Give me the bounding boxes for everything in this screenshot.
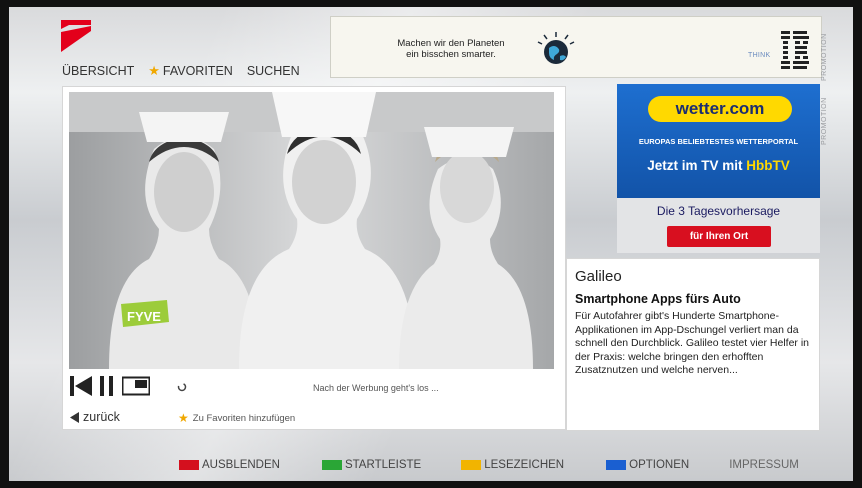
star-icon: ★ <box>148 63 160 78</box>
video-frame: FYVE <box>69 92 554 369</box>
nav-search-label: SUCHEN <box>246 64 300 78</box>
banner-line-1: Machen wir den Planeten <box>397 38 505 49</box>
wetter-tv-prefix: Jetzt im TV mit <box>647 158 747 173</box>
ibm-banner-ad[interactable]: Machen wir den Planeten ein bisschen sma… <box>330 16 822 78</box>
add-favorite-label: Zu Favoriten hinzufügen <box>192 412 296 424</box>
back-button[interactable]: zurück <box>70 410 120 424</box>
ibm-logo <box>781 31 809 69</box>
wetter-logo: wetter.com <box>648 96 792 122</box>
blue-button-options[interactable]: OPTIONEN <box>606 459 689 471</box>
options-label: OPTIONEN <box>629 459 690 471</box>
wetter-forecast-text: Die 3 Tagesvorhersage <box>656 204 781 218</box>
tv-screen: ÜBERSICHT ★ FAVORITEN SUCHEN Machen wir … <box>9 7 853 481</box>
fyve-logo-text: FYVE <box>127 309 161 324</box>
promotion-label-2: PROMOTION <box>821 97 828 145</box>
wetter-tv-line: Jetzt im TV mit HbbTV <box>617 158 820 173</box>
yellow-button-bookmarks[interactable]: LESEZEICHEN <box>461 459 564 471</box>
star-plus-icon: ★ <box>178 411 189 425</box>
loading-icon <box>177 382 187 392</box>
banner-line-2: ein bisschen smarter. <box>406 49 496 60</box>
green-key-icon <box>321 460 342 470</box>
back-button-label: zurück <box>83 410 120 424</box>
nav-overview[interactable]: ÜBERSICHT <box>62 63 134 79</box>
wetter-ad[interactable]: wetter.com EUROPAS BELIEBTESTES WETTERPO… <box>617 84 820 253</box>
nav-favorites[interactable]: ★ FAVORITEN <box>148 63 233 79</box>
blue-key-icon <box>606 460 627 470</box>
wetter-hbbtv: HbbTV <box>746 158 790 173</box>
nav-favorites-label: FAVORITEN <box>162 64 233 78</box>
banner-text: Machen wir den Planeten ein bisschen sma… <box>381 38 521 60</box>
startbar-label: STARTLEISTE <box>344 459 422 471</box>
article-title: Smartphone Apps fürs Auto <box>575 292 741 306</box>
nav-search[interactable]: SUCHEN <box>247 63 300 79</box>
yellow-key-icon <box>461 460 482 470</box>
article-source: Galileo <box>575 268 622 285</box>
video-panel: FYVE Nach der Werbung geht's los ... zur… <box>62 86 566 430</box>
player-status-text: Nach der Werbung geht's los ... <box>313 383 439 393</box>
globe-icon <box>537 32 575 64</box>
article-panel[interactable]: Galileo Smartphone Apps fürs Auto Für Au… <box>566 258 820 431</box>
green-button-startbar[interactable]: STARTLEISTE <box>321 459 422 471</box>
wetter-tagline: EUROPAS BELIEBTESTES WETTERPORTAL <box>638 137 799 146</box>
screen-size-icon[interactable] <box>122 376 150 396</box>
prosieben-logo <box>61 20 91 52</box>
nav-overview-label: ÜBERSICHT <box>62 64 135 78</box>
video-player[interactable]: FYVE <box>69 92 554 369</box>
bottom-bar: AUSBLENDEN STARTLEISTE LESEZEICHEN OPTIO… <box>179 459 799 471</box>
article-body: Für Autofahrer gibt's Hunderte Smartphon… <box>575 310 810 376</box>
add-favorite-button[interactable]: ★ Zu Favoriten hinzufügen <box>178 411 295 425</box>
pause-icon[interactable] <box>98 376 116 396</box>
banner-think: THINK <box>748 52 771 59</box>
wetter-location-button[interactable]: für Ihren Ort <box>667 226 771 247</box>
impressum-link[interactable]: IMPRESSUM <box>729 459 799 471</box>
arrow-left-icon <box>70 411 79 423</box>
impressum-label: IMPRESSUM <box>729 459 799 471</box>
player-controls <box>70 376 150 396</box>
skip-back-icon[interactable] <box>70 376 92 396</box>
bookmarks-label: LESEZEICHEN <box>484 459 565 471</box>
red-key-icon <box>179 460 199 470</box>
hide-label: AUSBLENDEN <box>202 459 280 471</box>
promotion-label: PROMOTION <box>821 33 828 81</box>
top-nav: ÜBERSICHT ★ FAVORITEN SUCHEN <box>62 63 300 79</box>
red-button-hide[interactable]: AUSBLENDEN <box>179 459 280 471</box>
